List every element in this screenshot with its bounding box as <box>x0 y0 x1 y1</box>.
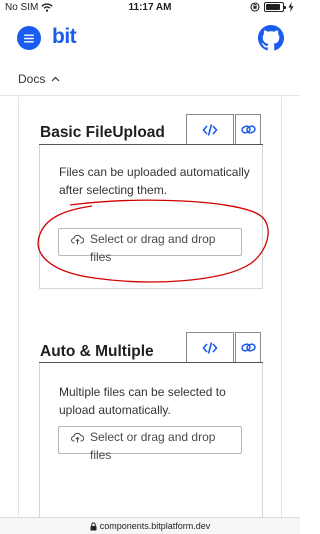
lock-icon <box>90 521 97 530</box>
tab-link[interactable] <box>235 114 261 144</box>
section-description: Files can be uploaded automatically afte… <box>59 165 250 197</box>
app-header: bit <box>0 16 300 64</box>
section-title: Basic FileUpload <box>40 124 165 141</box>
docs-bar: Docs <box>0 64 300 96</box>
tab-code[interactable] <box>186 114 234 144</box>
upload-label: Select or drag and drop files <box>90 232 216 264</box>
github-icon <box>258 25 284 51</box>
tab-link[interactable] <box>235 332 261 362</box>
tab-code[interactable] <box>186 332 234 362</box>
status-bar: No SIM 11:17 AM <box>0 0 300 16</box>
link-icon <box>240 125 256 134</box>
file-upload-button[interactable]: Select or drag and drop files <box>58 228 242 264</box>
cloud-upload-icon <box>71 234 84 245</box>
hamburger-menu-icon <box>24 34 34 42</box>
battery-fill <box>266 4 280 10</box>
status-right <box>250 2 294 12</box>
url-text: components.bitplatform.dev <box>99 521 211 531</box>
docs-toggle[interactable]: Docs <box>18 72 60 86</box>
code-icon <box>202 123 218 136</box>
section-title: Auto & Multiple <box>40 343 154 360</box>
github-button[interactable] <box>258 25 284 51</box>
docs-label: Docs <box>18 72 46 86</box>
upload-label: Select or drag and drop files <box>90 430 216 462</box>
url-bar[interactable]: components.bitplatform.dev <box>0 517 300 534</box>
brand-logo[interactable]: bit <box>52 25 77 49</box>
battery-icon <box>264 2 286 12</box>
chevron-up-icon <box>51 76 60 82</box>
section-description: Multiple files can be selected to upload… <box>59 385 226 417</box>
orientation-lock-icon <box>250 2 260 12</box>
charging-icon <box>288 2 294 12</box>
link-icon <box>240 343 256 352</box>
cloud-upload-icon <box>71 432 84 443</box>
code-icon <box>202 341 218 354</box>
file-upload-button[interactable]: Select or drag and drop files <box>58 426 242 462</box>
menu-button[interactable] <box>17 26 41 50</box>
content-frame: Basic FileUpload Files can be uploaded a… <box>18 97 282 517</box>
